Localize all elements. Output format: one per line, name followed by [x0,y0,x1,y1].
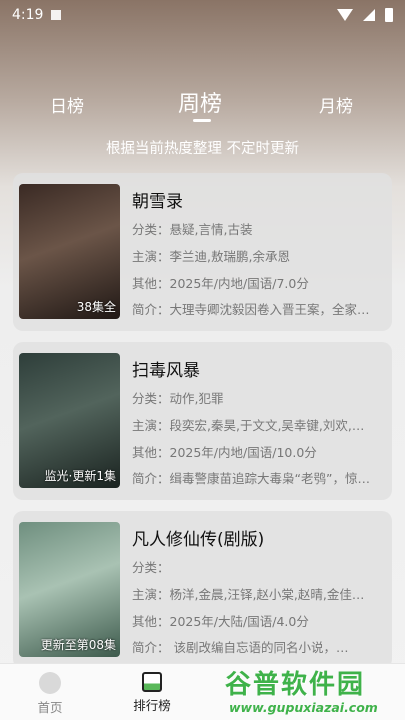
item-category: 分类：悬疑,言情,古装 [132,222,253,237]
item-other: 其他：2025年/大陆/国语/4.0分 [132,614,309,629]
ranking-icon [142,672,162,692]
item-title[interactable]: 朝雪录 [132,187,183,212]
item-intro: 简介： 该剧改编自忘语的同名小说，… [132,640,349,655]
tab-monthly[interactable]: 月榜 [319,92,353,117]
item-other: 其他：2025年/内地/国语/7.0分 [132,276,309,291]
home-icon [39,672,61,694]
nav-home[interactable]: 首页 [20,672,80,716]
status-time: 4:19 [12,7,44,23]
watermark-title: 谷普软件园 [225,670,366,700]
tab-indicator [193,119,211,122]
nav-home-label: 首页 [37,700,63,715]
wifi-icon [337,9,353,21]
item-intro: 简介：缉毒警康苗追踪大毒枭“老鸮”，惊… [132,471,370,486]
poster-image[interactable]: 38集全 [19,184,120,319]
item-other: 其他：2025年/内地/国语/10.0分 [132,445,317,460]
item-cast: 主演：段奕宏,秦昊,于文文,吴幸键,刘欢,… [132,418,365,433]
signal-icon [363,9,375,21]
episode-badge: 监光·更新1集 [44,469,116,483]
poster-image[interactable]: 更新至第08集 [19,522,120,657]
ranking-subtitle: 根据当前热度整理 不定时更新 [105,141,300,157]
item-category: 分类：动作,犯罪 [132,391,224,406]
ranking-tabs: 日榜 周榜 月榜 [0,86,405,126]
tab-weekly[interactable]: 周榜 [178,86,222,118]
item-title[interactable]: 扫毒风暴 [132,356,200,381]
list-item[interactable]: 38集全 朝雪录 分类：悬疑,言情,古装 主演：李兰迪,敖瑞鹏,余承恩 其他：2… [13,173,392,331]
list-item[interactable]: 监光·更新1集 扫毒风暴 分类：动作,犯罪 主演：段奕宏,秦昊,于文文,吴幸键,… [13,342,392,500]
item-category: 分类： [132,560,170,575]
episode-badge: 更新至第08集 [40,638,116,652]
nav-rank[interactable]: 排行榜 [122,672,182,714]
status-bar: 4:19 [0,0,405,30]
item-cast: 主演：李兰迪,敖瑞鹏,余承恩 [132,249,290,264]
notification-icon [51,10,62,20]
item-title[interactable]: 凡人修仙传(剧版) [132,525,264,550]
watermark-logo: 谷普软件园 www.gupuxiazai.com [223,664,405,720]
battery-icon [385,8,393,22]
tab-daily[interactable]: 日榜 [50,92,84,117]
status-icons [337,8,393,22]
item-cast: 主演：杨洋,金晨,汪铎,赵小棠,赵晴,金佳… [132,587,365,602]
episode-badge: 38集全 [76,300,116,314]
poster-image[interactable]: 监光·更新1集 [19,353,120,488]
item-intro: 简介：大理寺卿沈毅因卷入晋王案，全家… [132,302,370,317]
watermark-url: www.gupuxiazai.com [229,700,378,715]
list-item[interactable]: 更新至第08集 凡人修仙传(剧版) 分类： 主演：杨洋,金晨,汪铎,赵小棠,赵晴… [13,511,392,669]
nav-rank-label: 排行榜 [133,698,171,713]
